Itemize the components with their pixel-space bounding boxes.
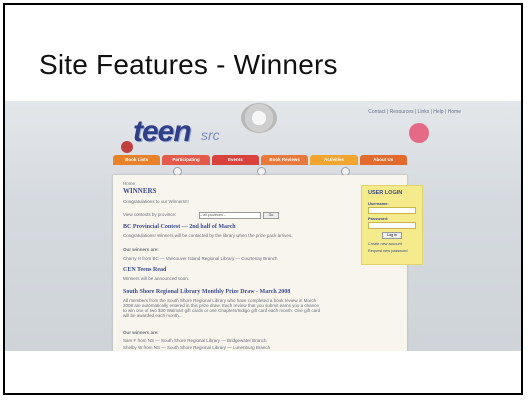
create-account-link[interactable]: Create new account: [368, 242, 402, 246]
request-password-link[interactable]: Request new password: [368, 249, 407, 253]
cd-disc-icon: [241, 103, 277, 133]
winner-line: Cherry H from BC — Vancouver Island Regi…: [123, 256, 278, 261]
filter-label: View contests by province:: [123, 212, 177, 217]
nav-tab-activities[interactable]: Activities: [310, 155, 358, 165]
password-input[interactable]: [368, 222, 416, 229]
binder-rings: [113, 165, 407, 176]
section-heading: CEN Teens Read: [123, 267, 167, 273]
username-input[interactable]: [368, 207, 416, 214]
go-button[interactable]: Go: [263, 212, 279, 219]
section-body: All members from the South Shore Regiona…: [123, 298, 321, 318]
nav-tab-events[interactable]: Events: [211, 155, 259, 165]
user-login-box: USER LOGIN Username: Password: Log in Cr…: [361, 185, 423, 265]
section-body: Congratulations! Winners will be contact…: [123, 233, 293, 238]
password-label: Password:: [368, 216, 389, 221]
breadcrumb[interactable]: Home: [123, 181, 135, 186]
slide: Site Features - Winners Contact | Resour…: [3, 3, 523, 395]
nav-tab-participating[interactable]: Participating: [162, 155, 210, 165]
decoration-icon: [121, 141, 133, 153]
page-heading: WINNERS: [123, 187, 157, 195]
winner-line: Sam F from NS — South Shore Regional Lib…: [123, 338, 267, 343]
slide-title: Site Features - Winners: [39, 49, 338, 80]
site-logo-sub: src: [201, 127, 220, 143]
congrats-text: Congratulations to our Winners!!!: [123, 199, 189, 204]
username-label: Username:: [368, 201, 389, 206]
website-screenshot: Contact | Resources | Links | Help | Hom…: [5, 101, 521, 351]
nav-tab-book-lists[interactable]: Book Lists: [113, 155, 161, 165]
section-sub: Our winners are:: [123, 330, 159, 335]
site-logo[interactable]: teen: [133, 115, 192, 149]
nav-tab-about-us[interactable]: About Us: [359, 155, 407, 165]
login-button[interactable]: Log in: [382, 232, 402, 239]
decoration-icon: [409, 123, 429, 143]
top-links[interactable]: Contact | Resources | Links | Help | Hom…: [368, 109, 461, 115]
province-select[interactable]: -- all provinces --: [199, 212, 261, 219]
section-heading: BC Provincial Contest — 2nd half of Marc…: [123, 224, 236, 230]
main-nav: Book Lists Participating Events Book Rev…: [113, 155, 407, 165]
winner-line: Shelby W from NS — South Shore Regional …: [123, 345, 271, 350]
slide-bottom: [5, 351, 521, 393]
login-title: USER LOGIN: [368, 190, 403, 196]
section-body: Winners will be announced soon.: [123, 276, 190, 281]
section-sub: Our winners are:: [123, 247, 159, 252]
section-heading: South Shore Regional Library Monthly Pri…: [123, 289, 291, 295]
nav-tab-book-reviews[interactable]: Book Reviews: [260, 155, 309, 165]
